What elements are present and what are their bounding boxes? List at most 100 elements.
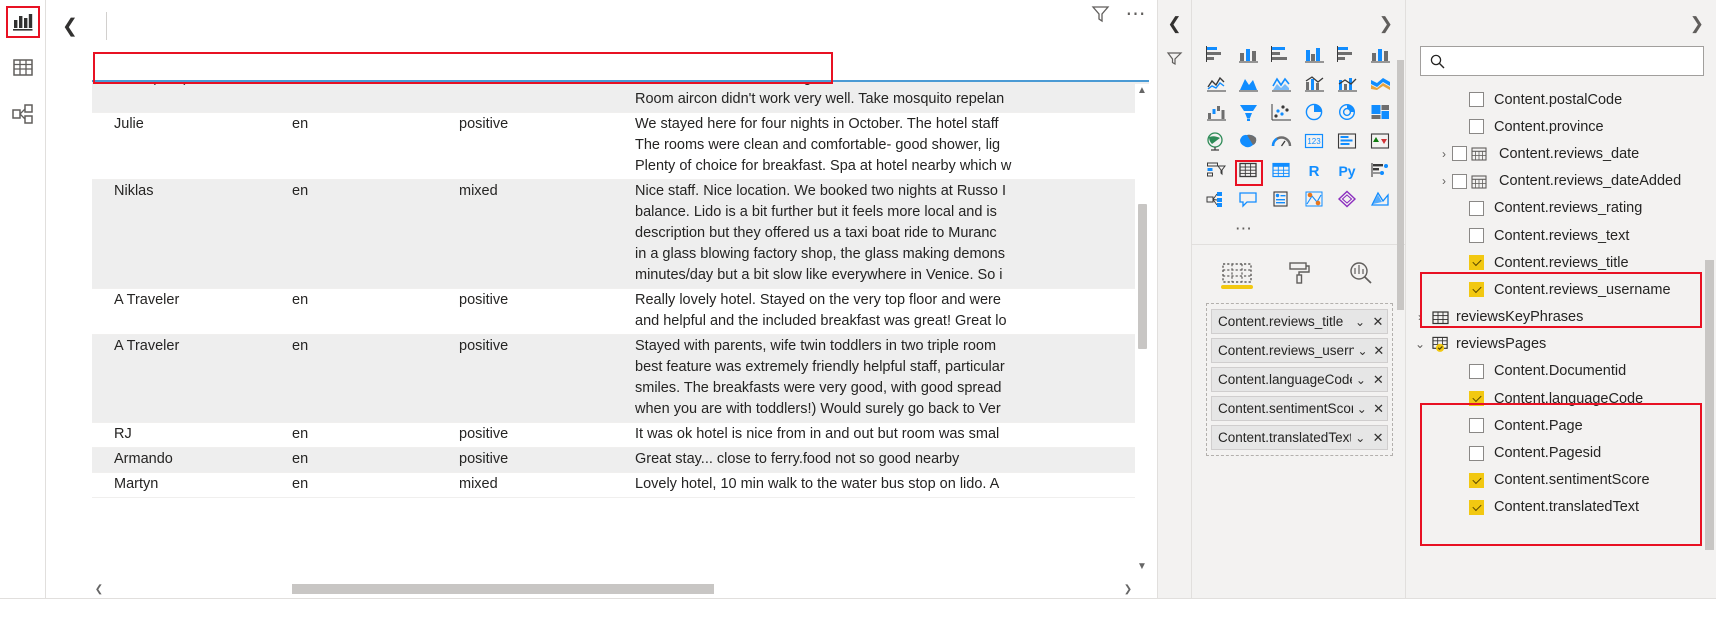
value-field-pill[interactable]: Content.translatedText ⌄ ✕ bbox=[1211, 425, 1388, 450]
field-checkbox[interactable] bbox=[1469, 228, 1484, 244]
table-row[interactable]: Niklas en mixed Nice staff. Nice location. … bbox=[92, 180, 1149, 289]
remove-field-icon[interactable]: ✕ bbox=[1369, 430, 1387, 446]
viz-type-line-clustered-column[interactable] bbox=[1333, 73, 1361, 99]
remove-field-icon[interactable]: ✕ bbox=[1369, 314, 1387, 330]
field-item-content-translatedtext[interactable]: Content.translatedText bbox=[1406, 494, 1716, 521]
tab-analytics[interactable] bbox=[1341, 255, 1381, 285]
chevron-down-icon[interactable]: ⌄ bbox=[1351, 431, 1369, 445]
field-checkbox[interactable] bbox=[1469, 499, 1484, 515]
viz-type-gauge[interactable] bbox=[1268, 131, 1296, 157]
viz-type-pie-chart[interactable] bbox=[1301, 102, 1329, 128]
visualizations-collapse-button[interactable]: ❯ bbox=[1379, 14, 1393, 34]
viz-type-r-script-visual[interactable]: R bbox=[1301, 160, 1329, 186]
field-checkbox[interactable] bbox=[1469, 200, 1484, 216]
scroll-right-icon[interactable]: ❯ bbox=[1121, 584, 1135, 595]
table-row[interactable]: Russ (kent)enmixedPleasant 10 min walk a… bbox=[92, 82, 1149, 113]
chevron-down-icon[interactable]: ⌄ bbox=[1412, 337, 1428, 351]
viz-type-card[interactable]: 123 bbox=[1301, 131, 1329, 157]
table-row[interactable]: Martyn en mixed Lovely hotel, 10 min walk t… bbox=[92, 473, 1149, 498]
fields-pane-scroll-thumb[interactable] bbox=[1705, 260, 1714, 550]
field-checkbox[interactable] bbox=[1469, 363, 1484, 379]
fields-search-box[interactable] bbox=[1420, 46, 1704, 76]
viz-type-kpi[interactable] bbox=[1366, 131, 1394, 157]
field-checkbox[interactable] bbox=[1469, 255, 1484, 271]
table-row[interactable]: Armando en positive Great stay... close to … bbox=[92, 448, 1149, 473]
tab-format[interactable] bbox=[1279, 255, 1319, 285]
viz-type-filled-map[interactable] bbox=[1235, 131, 1263, 157]
field-checkbox[interactable] bbox=[1469, 418, 1484, 434]
field-checkbox[interactable] bbox=[1469, 472, 1484, 488]
chevron-right-icon[interactable]: › bbox=[1436, 147, 1452, 161]
table-vertical-scrollbar[interactable]: ▲ ▼ bbox=[1135, 84, 1149, 574]
field-item-content-page[interactable]: Content.Page bbox=[1406, 412, 1716, 439]
viz-type-scatter-chart[interactable] bbox=[1268, 102, 1296, 128]
field-checkbox[interactable] bbox=[1469, 92, 1484, 108]
field-item-reviewspages[interactable]: ⌄ reviewsPages bbox=[1406, 331, 1716, 358]
viz-type-stacked-bar-chart[interactable] bbox=[1202, 44, 1230, 70]
viz-type-treemap[interactable] bbox=[1366, 102, 1394, 128]
filters-expand-button[interactable]: ❮ bbox=[1167, 14, 1181, 34]
field-checkbox[interactable] bbox=[1452, 146, 1467, 162]
viz-type-clustered-column-chart[interactable] bbox=[1301, 44, 1329, 70]
filter-button[interactable] bbox=[1091, 4, 1110, 23]
viz-type-key-influencers[interactable] bbox=[1366, 160, 1394, 186]
field-item-content-reviews-text[interactable]: Content.reviews_text bbox=[1406, 222, 1716, 249]
chevron-right-icon[interactable]: › bbox=[1412, 310, 1428, 324]
viz-type-azure-map[interactable] bbox=[1366, 189, 1394, 215]
value-field-pill[interactable]: Content.reviews_title ⌄ ✕ bbox=[1211, 309, 1388, 334]
field-item-content-province[interactable]: Content.province bbox=[1406, 113, 1716, 140]
viz-type-decomposition-tree[interactable] bbox=[1202, 189, 1230, 215]
search-input[interactable] bbox=[1453, 53, 1703, 69]
viz-type-funnel-chart[interactable] bbox=[1235, 102, 1263, 128]
remove-field-icon[interactable]: ✕ bbox=[1370, 401, 1387, 417]
field-checkbox[interactable] bbox=[1469, 119, 1484, 135]
viz-type-slicer[interactable] bbox=[1202, 160, 1230, 186]
viz-type-map[interactable] bbox=[1202, 131, 1230, 157]
scroll-up-icon[interactable]: ▲ bbox=[1137, 84, 1147, 98]
chevron-down-icon[interactable]: ⌄ bbox=[1351, 315, 1369, 329]
fields-collapse-button[interactable]: ❯ bbox=[1690, 14, 1704, 34]
viz-type-line-chart[interactable] bbox=[1202, 73, 1230, 99]
more-visuals-icon[interactable]: ⋯ bbox=[1235, 218, 1266, 240]
viz-type-donut-chart[interactable] bbox=[1333, 102, 1361, 128]
tab-fields[interactable] bbox=[1217, 255, 1257, 289]
scroll-left-icon[interactable]: ❮ bbox=[92, 584, 106, 595]
viz-type-table[interactable] bbox=[1234, 160, 1263, 186]
viz-type-multi-row-card[interactable] bbox=[1333, 131, 1361, 157]
field-item-content-languagecode[interactable]: Content.languageCode bbox=[1406, 385, 1716, 412]
filters-pane-collapsed[interactable]: ❮ bbox=[1158, 0, 1192, 598]
viz-type-waterfall-chart[interactable] bbox=[1202, 102, 1230, 128]
chevron-down-icon[interactable]: ⌄ bbox=[1352, 373, 1369, 387]
field-item-content-reviews-username[interactable]: Content.reviews_username bbox=[1406, 276, 1716, 303]
field-item-content-reviews-title[interactable]: Content.reviews_title bbox=[1406, 249, 1716, 276]
value-field-pill[interactable]: Content.sentimentScore ⌄ ✕ bbox=[1211, 396, 1388, 421]
field-item-content-reviews-date[interactable]: › Content.reviews_date bbox=[1406, 140, 1716, 167]
field-checkbox[interactable] bbox=[1469, 445, 1484, 461]
field-item-content-documentid[interactable]: Content.Documentid bbox=[1406, 358, 1716, 385]
more-options-button[interactable]: ⋯ bbox=[1126, 4, 1148, 24]
value-field-pill[interactable]: Content.reviews_usernar ⌄ ✕ bbox=[1211, 338, 1388, 363]
back-to-report-button[interactable]: ❮ bbox=[62, 17, 106, 36]
table-row[interactable]: Julie en positive We stayed here for four n… bbox=[92, 113, 1149, 180]
sidebar-item-data-view[interactable] bbox=[6, 52, 40, 84]
value-field-pill[interactable]: Content.languageCode ⌄ ✕ bbox=[1211, 367, 1388, 392]
viz-type-stacked-area-chart[interactable] bbox=[1268, 73, 1296, 99]
chevron-right-icon[interactable]: › bbox=[1436, 174, 1452, 188]
viz-type-hundred-stacked-bar[interactable] bbox=[1333, 44, 1361, 70]
table-row[interactable]: A Traveler en positive Really lovely hotel.… bbox=[92, 289, 1149, 335]
chevron-down-icon[interactable]: ⌄ bbox=[1353, 402, 1370, 416]
field-item-content-reviews-dateadded[interactable]: › Content.reviews_dateAdded bbox=[1406, 168, 1716, 195]
table-row[interactable]: RJ en positive It was ok hotel is nice from… bbox=[92, 423, 1149, 448]
field-item-content-sentimentscore[interactable]: Content.sentimentScore bbox=[1406, 467, 1716, 494]
chevron-down-icon[interactable]: ⌄ bbox=[1354, 344, 1370, 358]
viz-type-paginated-report[interactable] bbox=[1268, 189, 1296, 215]
field-item-content-postalcode[interactable]: Content.postalCode bbox=[1406, 86, 1716, 113]
horizontal-scroll-thumb[interactable] bbox=[292, 584, 714, 594]
viz-type-arcgis-map[interactable] bbox=[1301, 189, 1329, 215]
viz-type-stacked-column-chart[interactable] bbox=[1235, 44, 1263, 70]
viz-type-clustered-bar-chart[interactable] bbox=[1268, 44, 1296, 70]
table-horizontal-scrollbar[interactable]: ❮ ❯ bbox=[92, 580, 1135, 598]
sidebar-item-report-view[interactable] bbox=[5, 6, 40, 38]
field-item-content-pagesid[interactable]: Content.Pagesid bbox=[1406, 439, 1716, 466]
field-checkbox[interactable] bbox=[1469, 282, 1484, 298]
